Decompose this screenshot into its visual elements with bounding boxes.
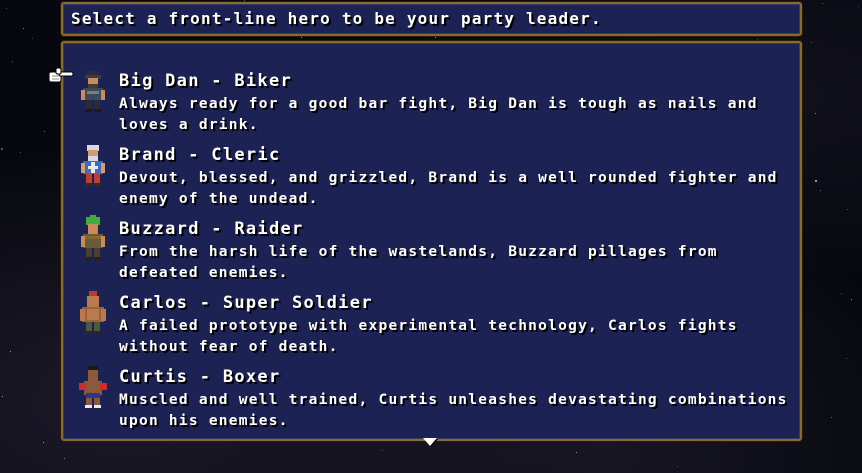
hero-option-big-dan[interactable]: Big Dan - Biker Always ready for a good … xyxy=(63,53,800,133)
cleric-portrait-icon xyxy=(81,145,105,186)
hero-description: Muscled and well trained, Curtis unleash… xyxy=(119,392,788,429)
star xyxy=(32,38,33,39)
star xyxy=(44,131,45,132)
star xyxy=(858,6,859,7)
hero-option-curtis[interactable]: Curtis - Boxer Muscled and well trained,… xyxy=(63,349,800,429)
scroll-down-arrow-icon[interactable] xyxy=(423,438,437,446)
star xyxy=(438,36,439,37)
soldier-portrait-icon xyxy=(80,291,106,334)
star xyxy=(23,28,24,29)
hero-name: Buzzard - Raider xyxy=(119,219,304,239)
prompt-text: Select a front-line hero to be your part… xyxy=(71,9,602,28)
star xyxy=(20,152,21,153)
raider-portrait-icon xyxy=(81,215,105,260)
star xyxy=(301,37,302,38)
pointing-hand-icon xyxy=(48,67,74,83)
star xyxy=(846,358,847,359)
hero-list-panel: Big Dan - Biker Always ready for a good … xyxy=(61,41,802,441)
star xyxy=(847,209,848,210)
star xyxy=(43,442,44,443)
star xyxy=(815,180,817,182)
star xyxy=(10,351,11,352)
star xyxy=(435,37,436,38)
biker-portrait-icon xyxy=(81,71,105,112)
star xyxy=(815,113,816,114)
star xyxy=(6,8,7,9)
star xyxy=(822,3,823,4)
star xyxy=(841,293,842,294)
star xyxy=(851,299,852,300)
hero-name: Big Dan - Biker xyxy=(119,71,293,91)
star xyxy=(677,466,678,467)
star xyxy=(64,458,65,459)
prompt-panel: Select a front-line hero to be your part… xyxy=(61,2,802,36)
star xyxy=(244,0,245,1)
star xyxy=(12,61,13,62)
star xyxy=(820,190,821,191)
hero-name: Curtis - Boxer xyxy=(119,367,281,387)
star xyxy=(831,417,832,418)
hero-name: Carlos - Super Soldier xyxy=(119,293,373,313)
star xyxy=(757,39,758,40)
star xyxy=(382,450,383,451)
hero-option-carlos[interactable]: Carlos - Super Soldier A failed prototyp… xyxy=(63,275,800,355)
hero-name: Brand - Cleric xyxy=(119,145,281,165)
star xyxy=(811,42,812,43)
boxer-portrait-icon xyxy=(79,366,107,408)
star xyxy=(2,396,3,397)
star xyxy=(1,148,3,150)
star xyxy=(576,452,577,453)
hero-option-buzzard[interactable]: Buzzard - Raider From the harsh life of … xyxy=(63,201,800,281)
hero-option-brand[interactable]: Brand - Cleric Devout, blessed, and griz… xyxy=(63,127,800,207)
